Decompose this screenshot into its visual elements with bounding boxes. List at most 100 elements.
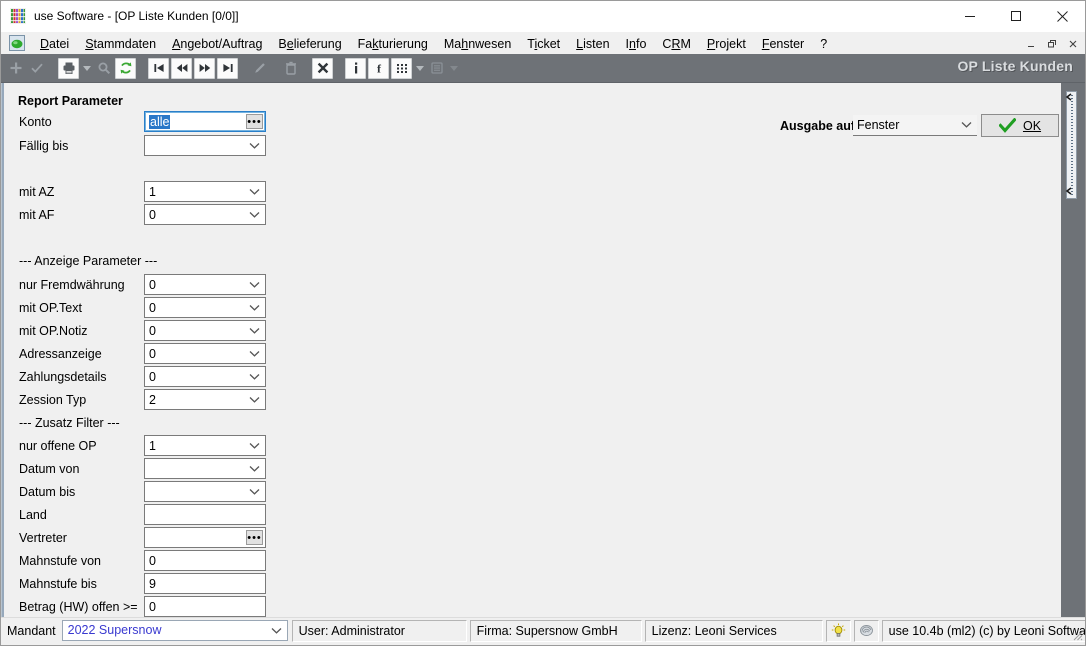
nur-offene-op-combo[interactable]: 1 — [144, 435, 266, 456]
label-mit-af: mit AF — [19, 208, 55, 222]
chevron-down-icon — [249, 189, 260, 195]
previous-record-icon[interactable] — [171, 57, 192, 79]
adressanzeige-combo[interactable]: 0 — [144, 343, 266, 364]
ausgabe-auf-value: Fenster — [857, 118, 900, 132]
nur-fremdwaehrung-value: 0 — [149, 278, 156, 292]
edit-pencil-icon[interactable] — [250, 59, 269, 78]
cancel-x-icon[interactable] — [312, 57, 333, 79]
land-input[interactable] — [144, 504, 266, 525]
label-faellig-bis: Fällig bis — [19, 139, 69, 153]
splitter-thumb[interactable] — [1066, 91, 1077, 199]
chevron-down-icon — [249, 489, 260, 495]
confirm-check-icon[interactable] — [27, 59, 46, 78]
mit-af-combo[interactable]: 0 — [144, 204, 266, 225]
last-record-icon[interactable] — [217, 57, 238, 79]
chevron-down-icon — [249, 328, 260, 334]
statusbar-hint-button[interactable] — [825, 619, 851, 642]
next-record-icon[interactable] — [194, 57, 215, 79]
vertreter-lookup-button[interactable]: ••• — [246, 530, 263, 545]
ausgabe-auf-combo[interactable]: Fenster — [853, 115, 977, 136]
menu-fenster[interactable]: Fenster — [754, 35, 812, 52]
mandant-value: 2022 Supersnow — [67, 623, 162, 637]
chevron-down-icon — [249, 397, 260, 403]
mit-op-text-combo[interactable]: 0 — [144, 297, 266, 318]
report-list-icon[interactable] — [427, 59, 446, 78]
faellig-bis-combo[interactable] — [144, 135, 266, 156]
menu-info[interactable]: Info — [618, 35, 655, 52]
nur-fremdwaehrung-combo[interactable]: 0 — [144, 274, 266, 295]
report-parameter-heading: Report Parameter — [18, 94, 123, 108]
minimize-button[interactable] — [947, 1, 993, 31]
grid-dropdown-caret-icon[interactable] — [414, 59, 425, 78]
statusbar-version: use 10.4b (ml2) (c) by Leoni Software Gm… — [881, 619, 1085, 642]
label-vertreter: Vertreter — [19, 531, 67, 545]
konto-lookup-button[interactable]: ••• — [246, 114, 263, 129]
zahlungsdetails-combo[interactable]: 0 — [144, 366, 266, 387]
menu-listen[interactable]: Listen — [568, 35, 617, 52]
mdi-close-button[interactable] — [1063, 34, 1083, 53]
ok-button[interactable]: OK — [981, 114, 1059, 137]
mahnstufe-von-input[interactable]: 0 — [144, 550, 266, 571]
label-mit-op-text: mit OP.Text — [19, 301, 82, 315]
delete-trash-icon[interactable] — [281, 59, 300, 78]
zession-typ-combo[interactable]: 2 — [144, 389, 266, 410]
vertical-splitter-rail[interactable] — [1061, 83, 1085, 617]
menu-ticket[interactable]: Ticket — [519, 35, 568, 52]
print-dropdown-caret-icon[interactable] — [81, 59, 92, 78]
menu-projekt[interactable]: Projekt — [699, 35, 754, 52]
application-window: use Software - [OP Liste Kunden [0/0]] D… — [0, 0, 1086, 646]
betrag-hw-offen-input[interactable]: 0 — [144, 596, 266, 617]
datum-von-combo[interactable] — [144, 458, 266, 479]
chevron-down-icon — [271, 628, 282, 634]
splitter-grip-dots — [1071, 95, 1073, 197]
add-icon[interactable] — [6, 59, 25, 78]
menu-stammdaten[interactable]: Stammdaten — [77, 35, 164, 52]
function-f-icon[interactable]: f — [368, 57, 389, 79]
mit-az-combo[interactable]: 1 — [144, 181, 266, 202]
label-land: Land — [19, 508, 47, 522]
menu-crm[interactable]: CRM — [654, 35, 698, 52]
label-nur-offene-op: nur offene OP — [19, 439, 97, 453]
splitter-collapse-down-icon[interactable] — [1065, 187, 1073, 195]
menu-mahnwesen[interactable]: Mahnwesen — [436, 35, 519, 52]
chevron-down-icon — [961, 122, 972, 128]
chevron-down-icon — [249, 212, 260, 218]
close-button[interactable] — [1039, 1, 1085, 31]
menu-help[interactable]: ? — [812, 35, 835, 52]
mandant-combo[interactable]: 2022 Supersnow — [61, 620, 288, 641]
chevron-down-icon — [249, 374, 260, 380]
label-konto: Konto — [19, 115, 52, 129]
vertreter-input[interactable]: ••• — [144, 527, 266, 548]
mdi-restore-button[interactable] — [1042, 34, 1062, 53]
menu-fakturierung[interactable]: Fakturierung — [350, 35, 436, 52]
konto-input[interactable]: alle ••• — [144, 111, 266, 132]
lightbulb-icon — [831, 623, 845, 637]
menubar: Datei Stammdaten Angebot/Auftrag Beliefe… — [1, 32, 1085, 54]
green-check-icon — [998, 118, 1016, 133]
splitter-collapse-up-icon[interactable] — [1065, 93, 1073, 101]
menu-belieferung[interactable]: Belieferung — [270, 35, 349, 52]
mit-op-notiz-combo[interactable]: 0 — [144, 320, 266, 341]
report-dropdown-caret-icon[interactable] — [448, 59, 459, 78]
search-icon[interactable] — [94, 59, 113, 78]
maximize-button[interactable] — [993, 1, 1039, 31]
mdi-minimize-button[interactable] — [1021, 34, 1041, 53]
datum-bis-combo[interactable] — [144, 481, 266, 502]
print-icon[interactable] — [58, 57, 79, 79]
label-mit-az: mit AZ — [19, 185, 55, 199]
window-title: use Software - [OP Liste Kunden [0/0]] — [34, 9, 239, 23]
menu-angebot-auftrag[interactable]: Angebot/Auftrag — [164, 35, 270, 52]
grid-view-icon[interactable] — [391, 57, 412, 79]
zession-typ-value: 2 — [149, 393, 156, 407]
menu-datei[interactable]: Datei — [32, 35, 77, 52]
chevron-down-icon — [249, 351, 260, 357]
refresh-icon[interactable] — [115, 57, 136, 79]
chevron-down-icon — [249, 305, 260, 311]
statusbar-disc-button[interactable] — [853, 619, 879, 642]
chevron-down-icon — [249, 443, 260, 449]
main-toolbar: f OP Liste Kunden — [1, 54, 1085, 83]
info-icon[interactable] — [345, 57, 366, 79]
resize-grip-icon[interactable] — [1071, 629, 1083, 641]
mahnstufe-bis-input[interactable]: 9 — [144, 573, 266, 594]
first-record-icon[interactable] — [148, 57, 169, 79]
